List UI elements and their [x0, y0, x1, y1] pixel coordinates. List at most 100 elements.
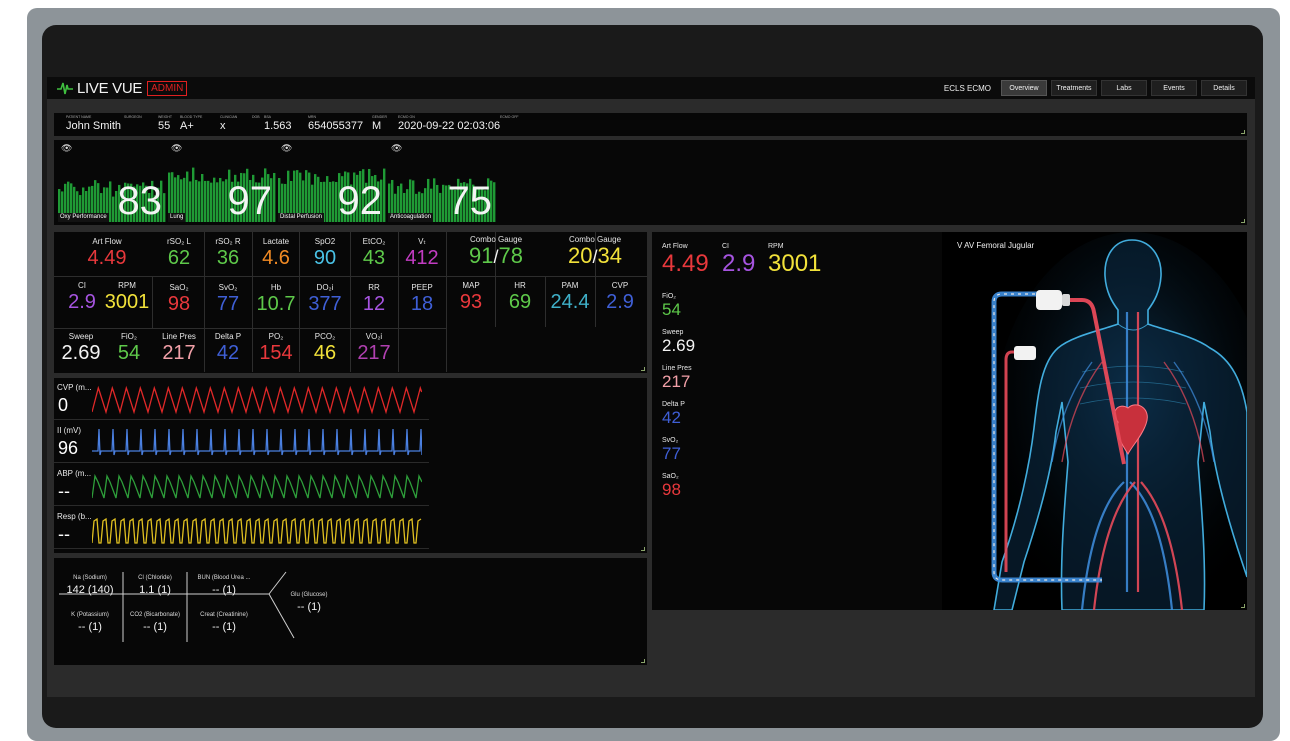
circuit-ci[interactable]: CI 2.9	[722, 242, 755, 276]
circuit-sao2[interactable]: SaO₂ 98	[662, 472, 681, 499]
bsa-value: 1.563	[264, 120, 292, 132]
vital-peep[interactable]: PEEP 18	[399, 283, 445, 315]
circuit-sweep[interactable]: Sweep 2.69	[662, 328, 695, 355]
mode-label: ECLS ECMO	[943, 83, 991, 93]
waveform-label: Resp (b...	[57, 512, 92, 521]
resize-handle[interactable]	[1241, 130, 1245, 134]
resize-handle[interactable]	[1241, 219, 1245, 223]
tab-labs[interactable]: Labs	[1101, 80, 1147, 96]
gauge-bar	[195, 179, 198, 222]
vital-spo2[interactable]: SpO2 90	[301, 237, 349, 269]
patient-name: John Smith	[66, 120, 122, 132]
vital-value: 98	[167, 293, 191, 315]
vital-do2i[interactable]: DO₂i 377	[301, 283, 349, 315]
gauge-bar	[442, 184, 445, 222]
circuit-svo2[interactable]: SvO₂ 77	[662, 436, 681, 463]
circuit-art-flow[interactable]: Art Flow 4.49	[662, 242, 709, 276]
patient-info-bar[interactable]: PATIENT NAME John Smith SURGEON WEIGHT 55 …	[54, 113, 1247, 136]
eye-icon[interactable]: 👁	[391, 143, 402, 154]
vital-value: 412	[405, 247, 439, 269]
vital-vo2i[interactable]: VO₂i 217	[351, 332, 397, 364]
circuit-rpm[interactable]: RPM 3001	[768, 242, 821, 276]
waveform-ecg[interactable]: II (mV) 96	[54, 422, 429, 463]
vital-pco2[interactable]: PCO₂ 46	[301, 332, 349, 364]
eye-icon[interactable]: 👁	[281, 143, 292, 154]
gauge-bar	[204, 180, 207, 222]
vital-label: FiO₂	[121, 332, 137, 341]
vital-hr[interactable]: HR 69	[496, 281, 544, 313]
lab-creatinine[interactable]: Creat (Creatinine) -- (1)	[188, 611, 260, 634]
vital-value: 62	[167, 247, 191, 269]
eye-icon[interactable]: 👁	[61, 143, 72, 154]
vital-ci[interactable]: CI 2.9	[62, 281, 102, 313]
lab-label: K (Potassium)	[71, 612, 109, 618]
resize-handle[interactable]	[641, 547, 645, 551]
vital-fio2[interactable]: FiO₂ 54	[106, 332, 152, 364]
vital-lactate[interactable]: Lactate 4.6	[253, 237, 299, 269]
resize-handle[interactable]	[1241, 604, 1245, 608]
vital-hb[interactable]: Hb 10.7	[253, 283, 299, 315]
mrn-value: 654055377	[308, 120, 364, 132]
vital-line-pres[interactable]: Line Pres 217	[156, 332, 202, 364]
resize-handle[interactable]	[641, 659, 645, 663]
monitor-screen: LIVE VUE ADMIN ECLS ECMO Overview Treatm…	[42, 25, 1263, 728]
vital-po2[interactable]: PO₂ 154	[253, 332, 299, 364]
circuit-delta-p[interactable]: Delta P 42	[662, 400, 685, 427]
waveform-resp[interactable]: Resp (b... --	[54, 508, 429, 549]
lab-glucose[interactable]: Glu (Glucose) -- (1)	[278, 591, 340, 614]
tab-overview[interactable]: Overview	[1001, 80, 1047, 96]
gauge-lung[interactable]: 👁 97 Lung	[168, 143, 276, 223]
vital-rpm[interactable]: RPM 3001	[102, 281, 152, 313]
gauge-oxy-performance[interactable]: 👁 83 Oxy Performance	[58, 143, 166, 223]
gauge-distal-perfusion[interactable]: 👁 92 Distal Perfusion	[278, 143, 386, 223]
waveform-cvp[interactable]: CVP (m... 0	[54, 379, 429, 420]
vital-vt[interactable]: Vₜ 412	[399, 237, 445, 269]
gender-field: GENDER M	[372, 115, 387, 132]
vital-cvp[interactable]: CVP 2.9	[596, 281, 644, 313]
circuit-line-pres[interactable]: Line Pres 217	[662, 364, 692, 391]
lab-sodium[interactable]: Na (Sodium) 142 (140)	[58, 574, 122, 597]
vital-label: Art Flow	[92, 237, 122, 246]
resize-handle[interactable]	[641, 367, 645, 371]
patient-name-field: PATIENT NAME John Smith	[66, 115, 121, 132]
lab-bun[interactable]: BUN (Blood Urea ... -- (1)	[188, 574, 260, 597]
tab-events[interactable]: Events	[1151, 80, 1197, 96]
vital-rr[interactable]: RR 12	[351, 283, 397, 315]
waveform-abp[interactable]: ABP (m... --	[54, 465, 429, 506]
vital-map[interactable]: MAP 93	[447, 281, 495, 313]
vital-value: 4.6	[262, 247, 290, 269]
lab-value: -- (1)	[212, 621, 236, 633]
vital-combo-gauge-1[interactable]: Combo Gauge 91/78	[447, 235, 545, 268]
lab-value: 1.1 (1)	[139, 584, 171, 596]
circuit-fio2[interactable]: FiO₂ 54	[662, 292, 681, 319]
gauge-bar	[198, 181, 201, 222]
app-logo: LIVE VUE ADMIN	[57, 80, 188, 97]
metric-value: 2.69	[662, 336, 696, 355]
vital-svo2[interactable]: SvO₂ 77	[205, 283, 251, 315]
ecmo-circuit-panel: V AV Femoral Jugular Art Flow 4.49 CI 2.9 …	[652, 232, 1247, 610]
vital-rso2-l[interactable]: rSO₂ L 62	[156, 237, 202, 269]
vital-sao2[interactable]: SaO₂ 98	[156, 283, 202, 315]
vital-sweep[interactable]: Sweep 2.69	[58, 332, 104, 364]
lab-bicarbonate[interactable]: CO2 (Bicarbonate) -- (1)	[124, 611, 186, 634]
tab-details[interactable]: Details	[1201, 80, 1247, 96]
gauge-bar	[201, 174, 204, 222]
vital-label: PCO₂	[314, 332, 336, 341]
vital-label: HR	[514, 281, 526, 290]
gauge-bar	[332, 181, 335, 222]
tab-treatments[interactable]: Treatments	[1051, 80, 1097, 96]
eye-icon[interactable]: 👁	[171, 143, 182, 154]
vital-art-flow[interactable]: Art Flow 4.49	[62, 237, 152, 269]
lab-chloride[interactable]: Cl (Chloride) 1.1 (1)	[124, 574, 186, 597]
vital-pam[interactable]: PAM 24.4	[546, 281, 594, 313]
vital-value: 46	[313, 342, 337, 364]
gauge-bar	[326, 176, 329, 222]
vital-delta-p[interactable]: Delta P 42	[205, 332, 251, 364]
gauge-anticoagulation[interactable]: 👁 75 Anticoagulation	[388, 143, 496, 223]
vital-value: 36	[216, 247, 240, 269]
lab-potassium[interactable]: K (Potassium) -- (1)	[58, 611, 122, 634]
vital-rso2-r[interactable]: rSO₂ R 36	[205, 237, 251, 269]
vital-etco2[interactable]: EtCO₂ 43	[351, 237, 397, 269]
vital-combo-gauge-2[interactable]: Combo Gauge 20/34	[546, 235, 644, 268]
lab-label: CO2 (Bicarbonate)	[129, 612, 181, 618]
